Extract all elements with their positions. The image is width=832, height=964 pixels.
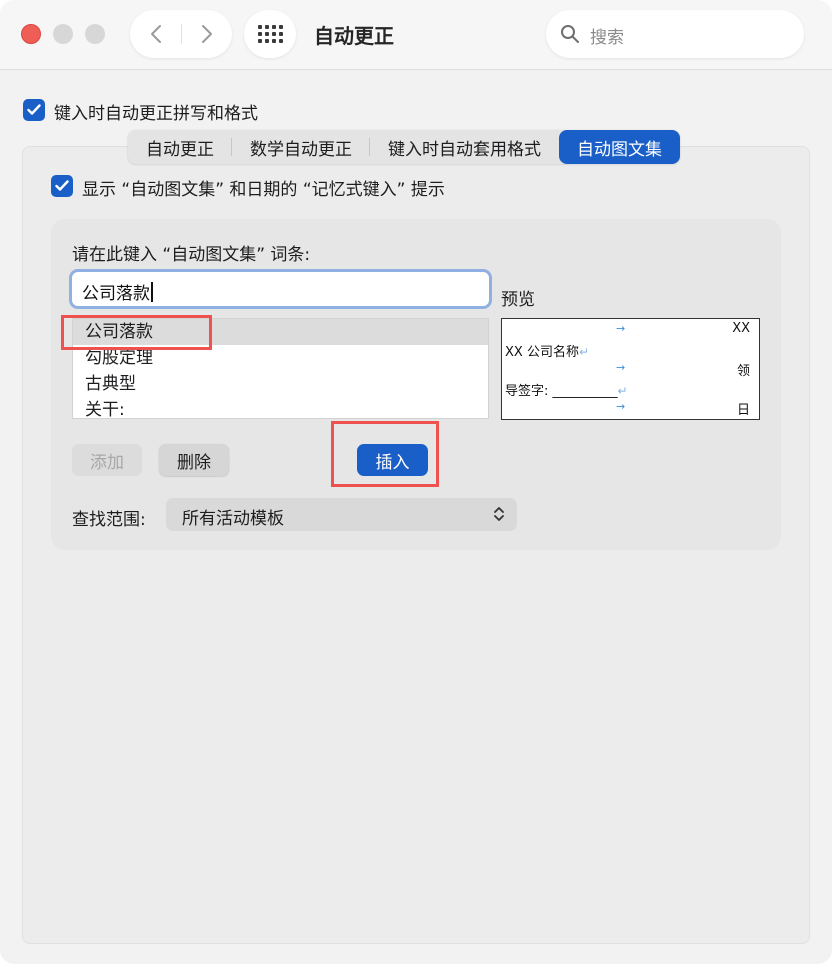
- forward-button[interactable]: [181, 10, 232, 58]
- zoom-window-button[interactable]: [85, 24, 105, 44]
- tab-math-autocorrect[interactable]: 数学自动更正: [232, 130, 370, 164]
- list-item[interactable]: 关干:: [73, 397, 488, 418]
- title-bar: 自动更正 搜索: [0, 0, 832, 70]
- entry-input-value: 公司落款: [82, 279, 153, 304]
- preview-line: 导签字: __________↵: [505, 384, 628, 399]
- tab-autotext[interactable]: 自动图文集: [559, 130, 680, 164]
- tab-arrow-icon: →: [616, 322, 626, 335]
- tab-arrow-icon: →: [616, 400, 626, 413]
- navigation-group: [130, 10, 232, 58]
- search-placeholder: 搜索: [590, 28, 624, 48]
- highlight-box: [331, 421, 439, 487]
- close-window-button[interactable]: [21, 24, 41, 44]
- checkmark-icon: [55, 180, 69, 191]
- search-scope-label: 查找范围:: [72, 510, 146, 530]
- chevron-right-icon: [201, 25, 212, 43]
- search-scope-select[interactable]: 所有活动模板: [166, 498, 517, 531]
- tab-autocorrect[interactable]: 自动更正: [128, 130, 232, 164]
- return-icon: ↵: [578, 345, 590, 359]
- minimize-window-button[interactable]: [53, 24, 73, 44]
- autocorrect-spelling-label: 键入时自动更正拼写和格式: [54, 104, 258, 124]
- autocorrect-window: 自动更正 搜索 键入时自动更正拼写和格式 自动更正 数学自动更正 键入时自动套用…: [0, 0, 832, 964]
- delete-button[interactable]: 删除: [159, 444, 229, 476]
- back-button[interactable]: [130, 10, 181, 58]
- list-item[interactable]: 古典型: [73, 371, 488, 397]
- grid-icon: [257, 25, 283, 43]
- tab-autoformat-as-you-type[interactable]: 键入时自动套用格式: [370, 130, 559, 164]
- updown-chevron-icon: [494, 507, 504, 521]
- tab-bar: 自动更正 数学自动更正 键入时自动套用格式 自动图文集: [128, 130, 680, 164]
- preview-label: 预览: [501, 290, 535, 310]
- preview-line: XX 公司名称↵: [505, 345, 590, 360]
- preview-box: → XX XX 公司名称↵ → 领 导签字: __________↵ → 日: [501, 318, 760, 420]
- tab-arrow-icon: →: [616, 361, 626, 374]
- entry-prompt-label: 请在此键入 “自动图文集” 词条:: [72, 245, 311, 265]
- highlight-box: [61, 315, 212, 350]
- search-icon: [561, 25, 579, 43]
- search-scope-value: 所有活动模板: [182, 509, 284, 529]
- autotext-entry-input[interactable]: 公司落款: [69, 269, 492, 309]
- show-autotext-label: 显示 “自动图文集” 和日期的 “记忆式键入” 提示: [82, 180, 445, 200]
- preview-line: XX: [732, 321, 750, 336]
- window-title: 自动更正: [314, 24, 394, 48]
- preview-line: 领: [736, 364, 750, 379]
- search-field[interactable]: 搜索: [546, 10, 804, 58]
- preview-line: 日: [736, 403, 750, 418]
- checkmark-icon: [27, 104, 41, 115]
- return-icon: ↵: [617, 384, 628, 398]
- show-all-button[interactable]: [244, 10, 296, 58]
- autocorrect-spelling-checkbox[interactable]: [23, 99, 45, 121]
- chevron-left-icon: [150, 25, 161, 43]
- show-autotext-checkbox[interactable]: [51, 175, 73, 197]
- add-button[interactable]: 添加: [72, 444, 142, 476]
